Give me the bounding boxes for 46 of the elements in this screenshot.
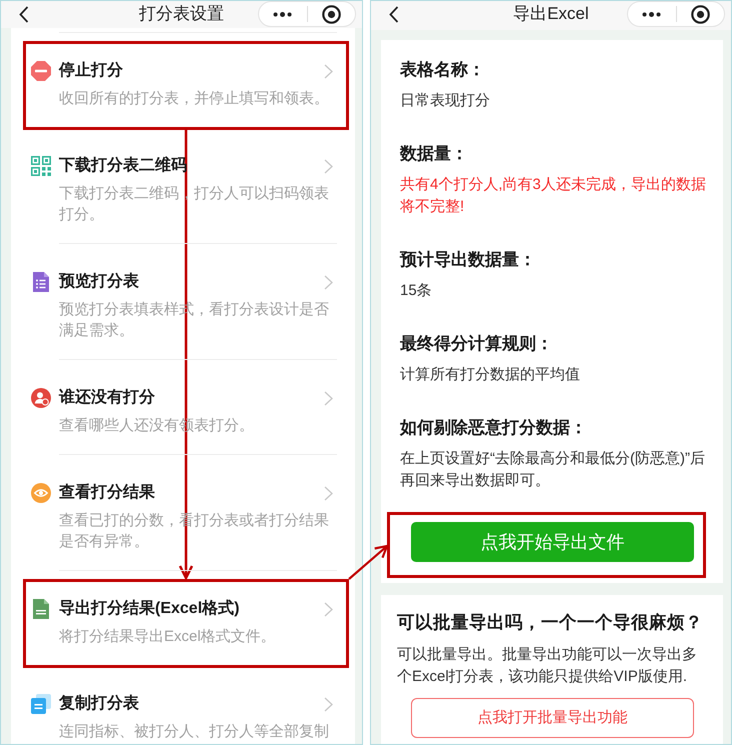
field-label: 数据量：: [400, 143, 469, 165]
item-description: 连同指标、被打分人、打分人等全部复制: [59, 722, 330, 742]
field-label: 如何剔除恶意打分数据：: [400, 417, 588, 439]
target-icon[interactable]: [322, 4, 341, 24]
target-icon[interactable]: [690, 4, 710, 24]
nav-title: 导出Excel: [512, 3, 590, 25]
chevron-right-icon[interactable]: [324, 486, 333, 500]
stop-sign-icon: [31, 61, 51, 81]
item-title[interactable]: 复制打分表: [59, 693, 139, 715]
nav-title: 打分表设置: [138, 3, 225, 25]
field-label: 最终得分计算规则：: [400, 333, 554, 355]
eye-circle-icon: [31, 483, 51, 503]
field-value: 日常表现打分: [400, 91, 491, 111]
chevron-right-icon[interactable]: [324, 64, 333, 78]
copy-document-icon: [31, 694, 51, 714]
field-label: 预计导出数据量：: [400, 249, 537, 271]
back-icon[interactable]: [19, 6, 29, 22]
item-title[interactable]: 预览打分表: [59, 271, 139, 293]
item-title[interactable]: 谁还没有打分: [59, 387, 155, 409]
field-value: 15条: [400, 281, 433, 301]
item-title[interactable]: 停止打分: [59, 60, 123, 82]
person-circle-icon: [31, 388, 51, 408]
batch-export-button[interactable]: 点我打开批量导出功能: [411, 698, 694, 738]
chevron-right-icon[interactable]: [324, 158, 333, 174]
item-description: 下载打分表二维码，打分人可以扫码领表打分。: [59, 184, 330, 225]
chevron-right-icon[interactable]: [324, 696, 333, 712]
item-description: 将打分结果导出Excel格式文件。: [59, 627, 277, 647]
field-value: 在上页设置好“去除最高分和最低分(防恶意)”后再回来导出数据即可。: [400, 449, 706, 491]
field-value: 计算所有打分数据的平均值: [400, 365, 581, 385]
chevron-right-icon[interactable]: [324, 274, 333, 290]
item-title[interactable]: 查看打分结果: [59, 482, 155, 504]
chevron-right-icon[interactable]: [324, 602, 333, 616]
field-label: 表格名称：: [400, 59, 486, 81]
batch-title: 可以批量导出吗，一个一个导很麻烦？: [397, 611, 704, 633]
item-description: 收回所有的打分表，并停止填写和领表。: [59, 89, 330, 109]
item-title[interactable]: 导出打分结果(Excel格式): [59, 598, 240, 620]
qr-code-icon: [31, 156, 51, 176]
form-document-icon: [31, 272, 51, 292]
field-value: 共有4个打分人,尚有3人还未完成，导出的数据将不完整!: [400, 175, 707, 217]
annotation-arrow: [348, 544, 389, 580]
more-icon[interactable]: [273, 12, 292, 16]
spreadsheet-file-icon: [31, 599, 51, 619]
chevron-right-icon[interactable]: [324, 390, 333, 406]
more-icon[interactable]: [642, 12, 662, 16]
batch-description: 可以批量导出。批量导出功能可以一次导出多个Excel打分表，该功能只提供给VIP版使用.: [397, 645, 698, 687]
back-icon[interactable]: [389, 6, 399, 22]
